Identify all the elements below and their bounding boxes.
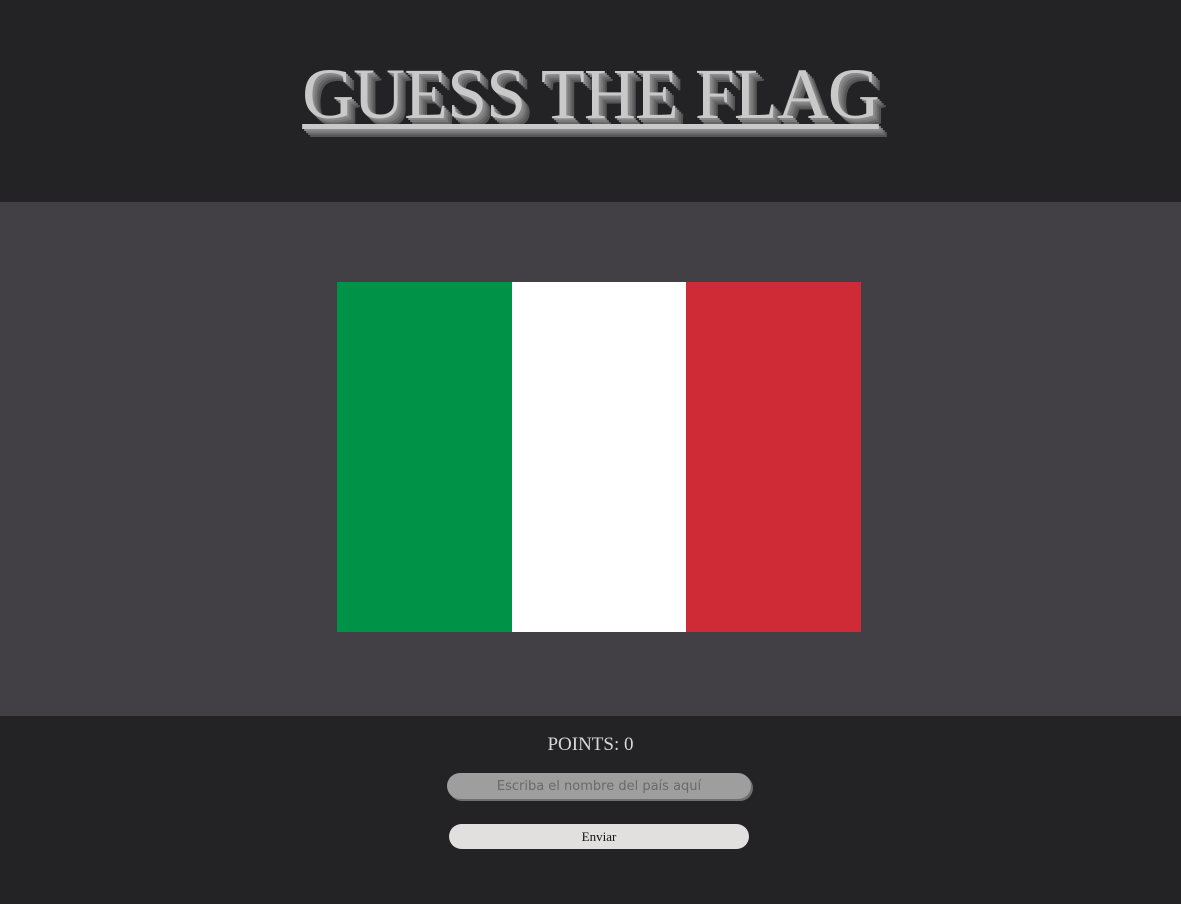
- points-display: POINTS: 0: [0, 734, 1181, 756]
- page-title: GUESS THE FLAG: [302, 54, 880, 134]
- flag-stage: [0, 202, 1181, 716]
- footer: POINTS: 0 Enviar: [0, 716, 1181, 904]
- flag-stripe-center: [511, 282, 687, 632]
- submit-button[interactable]: Enviar: [449, 824, 749, 849]
- flag-stripe-left: [337, 282, 512, 632]
- points-value: 0: [624, 734, 634, 755]
- flag-stripe-right: [686, 282, 862, 632]
- flag-image: [337, 282, 862, 632]
- country-guess-input[interactable]: [447, 773, 751, 799]
- points-label: POINTS:: [547, 734, 620, 755]
- header: GUESS THE FLAG: [0, 0, 1181, 202]
